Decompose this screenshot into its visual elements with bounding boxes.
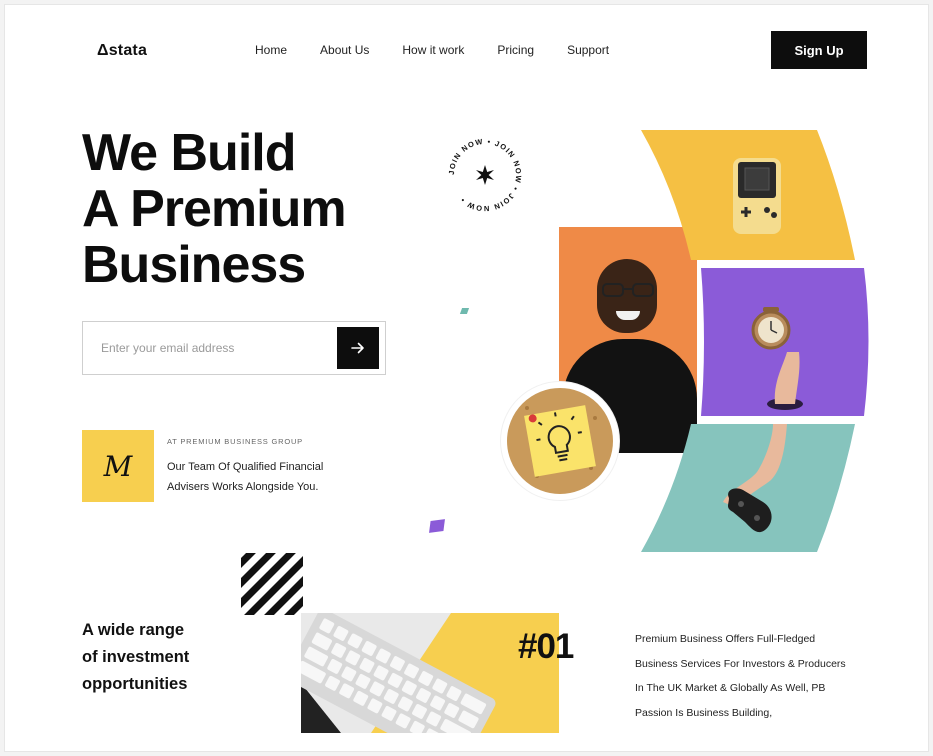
email-submit-button[interactable] xyxy=(337,327,379,369)
landing-page: Δstata Home About Us How it work Pricing… xyxy=(4,4,929,752)
email-signup-form xyxy=(82,321,386,375)
hero-title-line: Business xyxy=(82,236,306,294)
investment-heading-line: of investment xyxy=(82,648,190,666)
investment-heading-line: opportunities xyxy=(82,675,188,693)
logo[interactable]: Δstata xyxy=(97,42,147,60)
nav-item-home[interactable]: Home xyxy=(255,43,287,57)
confetti-teal xyxy=(459,308,470,314)
nav-item-pricing[interactable]: Pricing xyxy=(497,43,534,57)
nav-item-support[interactable]: Support xyxy=(567,43,609,57)
join-now-badge[interactable]: JOIN NOW • JOIN NOW • JOIN NOW • xyxy=(442,132,528,218)
curved-collage xyxy=(641,130,869,552)
description-line: Premium Business Offers Full-Fledged xyxy=(635,633,816,645)
section-number: #01 xyxy=(518,627,574,666)
hero-title-line: We Build xyxy=(82,124,296,182)
striped-pattern xyxy=(241,553,303,615)
investment-heading-line: A wide range xyxy=(82,621,185,639)
hero-title: We Build A Premium Business xyxy=(82,124,347,294)
monogram-badge: M xyxy=(82,430,154,502)
hero-title-line: A Premium xyxy=(82,180,347,238)
arrow-right-icon xyxy=(351,342,364,354)
nav-item-about-us[interactable]: About Us xyxy=(320,43,369,57)
star-icon xyxy=(476,165,494,185)
business-description: Premium Business Offers Full-Fledged Bus… xyxy=(635,627,875,725)
investment-heading: A wide range of investment opportunities xyxy=(82,617,189,698)
main-nav: Home About Us How it work Pricing Suppor… xyxy=(255,43,609,57)
email-input[interactable] xyxy=(83,322,337,374)
game-console-icon xyxy=(733,158,781,234)
nav-item-how-it-work[interactable]: How it work xyxy=(402,43,464,57)
description-line: In The UK Market & Globally As Well, PB xyxy=(635,682,826,694)
description-line: Passion Is Business Building, xyxy=(635,706,773,719)
sign-up-button[interactable]: Sign Up xyxy=(771,31,867,69)
idea-sticky-note xyxy=(501,382,619,500)
lightbulb-icon xyxy=(524,405,597,478)
confetti-purple xyxy=(429,519,445,533)
eyebrow-text: AT PREMIUM BUSINESS GROUP xyxy=(167,437,303,446)
description-line: Business Services For Investors & Produc… xyxy=(635,657,846,670)
team-description: Our Team Of Qualified Financial Advisers… xyxy=(167,461,324,493)
